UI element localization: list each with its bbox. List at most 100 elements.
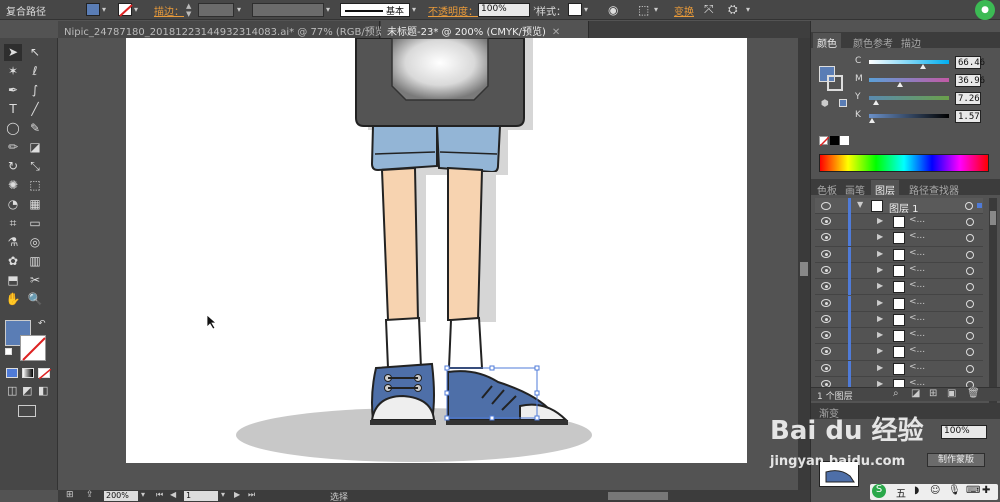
- sublayer-row[interactable]: ▶ <...: [815, 328, 983, 345]
- perspective-grid-tool-icon[interactable]: ▦: [26, 196, 44, 213]
- opacity-label[interactable]: 不透明度：: [428, 3, 478, 18]
- tab-color[interactable]: 颜色: [813, 33, 841, 50]
- sync-badge-icon[interactable]: ●: [975, 0, 995, 20]
- draw-behind-icon[interactable]: ◩: [22, 384, 32, 397]
- target-icon[interactable]: [966, 218, 974, 226]
- layers-scroll-thumb[interactable]: [990, 211, 996, 225]
- variable-width-profile[interactable]: [252, 3, 324, 17]
- channel-value-field[interactable]: 7.26: [955, 92, 981, 105]
- tab-document-2[interactable]: 未标题-23* @ 200% (CMYK/预览) ✕: [381, 21, 589, 38]
- gradient-mode-icon[interactable]: [22, 368, 34, 378]
- direct-selection-tool-icon[interactable]: ↖: [26, 44, 44, 61]
- draw-normal-icon[interactable]: ◫: [7, 384, 17, 397]
- white-swatch[interactable]: [840, 136, 849, 145]
- vertical-scroll-thumb[interactable]: [800, 262, 808, 276]
- stroke-swatch[interactable]: [118, 3, 133, 17]
- transform-link[interactable]: 变换: [674, 3, 694, 18]
- tab-pathfinder[interactable]: 路径查找器: [905, 180, 963, 197]
- sublayer-row[interactable]: ▶ <...: [815, 344, 983, 361]
- puppet-warp-tool-icon[interactable]: ✺: [4, 177, 22, 194]
- expand-arrow-icon[interactable]: ▶: [877, 265, 883, 274]
- ime-settings-icon[interactable]: ✚: [982, 485, 990, 496]
- artboard-dropdown-icon[interactable]: ▾: [221, 490, 225, 499]
- sublayer-name[interactable]: <...: [909, 329, 925, 339]
- isolate-icon[interactable]: ⤧: [704, 2, 714, 17]
- paintbrush-tool-icon[interactable]: ✎: [26, 120, 44, 137]
- zoom-dropdown-icon[interactable]: ▾: [141, 490, 145, 499]
- brush-dropdown-icon[interactable]: ▾: [412, 6, 420, 14]
- expand-arrow-icon[interactable]: ▶: [877, 330, 883, 339]
- status-icon[interactable]: ⊞: [66, 490, 74, 500]
- swap-colors-icon[interactable]: ↶: [38, 319, 46, 329]
- scale-tool-icon[interactable]: ⤡: [26, 158, 44, 175]
- sublayer-row[interactable]: ▶ <...: [815, 311, 983, 329]
- zoom-field[interactable]: 200%: [104, 491, 138, 501]
- eye-icon[interactable]: [821, 331, 831, 340]
- pen-tool-icon[interactable]: ✒: [4, 82, 22, 99]
- fill-swatch[interactable]: [86, 3, 100, 16]
- fill-dropdown-icon[interactable]: ▾: [102, 6, 110, 14]
- blend-tool-icon[interactable]: ◎: [26, 234, 44, 251]
- clipping-mask-icon[interactable]: ◪: [911, 388, 920, 399]
- last-artboard-icon[interactable]: ⏭: [248, 490, 255, 500]
- layers-scrollbar[interactable]: [989, 198, 997, 408]
- target-icon[interactable]: [966, 234, 974, 243]
- eye-icon[interactable]: [821, 282, 831, 291]
- sublayer-name[interactable]: <...: [909, 248, 925, 258]
- align-dropdown-icon[interactable]: ▾: [654, 6, 662, 14]
- layer-row-top[interactable]: ▼ 图层 1: [815, 198, 983, 215]
- ime-toolbar[interactable]: S 五 ◗ ☺ 🎙 ⌨ ✚: [870, 484, 998, 500]
- export-icon[interactable]: ⇪: [86, 490, 94, 500]
- arrange-dropdown-icon[interactable]: ▾: [746, 6, 754, 14]
- target-icon[interactable]: [966, 250, 974, 259]
- symbol-sprayer-tool-icon[interactable]: ✿: [4, 253, 22, 270]
- channel-slider-thumb[interactable]: [872, 100, 879, 105]
- sublayer-name[interactable]: <...: [909, 280, 925, 290]
- target-icon[interactable]: [966, 348, 974, 357]
- stroke-weight-field[interactable]: [198, 3, 234, 17]
- new-layer-icon[interactable]: ▣: [947, 388, 956, 399]
- free-transform-tool-icon[interactable]: ⬚: [26, 177, 44, 194]
- canvas-pasteboard[interactable]: [58, 37, 798, 490]
- opacity-field[interactable]: 100%: [478, 3, 530, 17]
- eye-icon[interactable]: [821, 265, 831, 274]
- graphic-style-swatch[interactable]: [568, 3, 582, 16]
- style-dropdown-icon[interactable]: ▾: [584, 6, 592, 14]
- locate-object-icon[interactable]: ⌕: [893, 388, 899, 399]
- color-stroke-swatch[interactable]: [827, 75, 843, 91]
- web-safe-swatch[interactable]: [839, 99, 847, 107]
- delete-layer-icon[interactable]: 🗑: [967, 388, 980, 399]
- artboard[interactable]: [126, 37, 747, 463]
- first-artboard-icon[interactable]: ⏮: [156, 490, 163, 500]
- column-graph-tool-icon[interactable]: ▥: [26, 253, 44, 270]
- eye-icon[interactable]: [821, 202, 831, 210]
- eye-icon[interactable]: [821, 249, 831, 258]
- sublayer-row[interactable]: ▶ <...: [815, 279, 983, 296]
- expand-arrow-icon[interactable]: ▶: [877, 346, 883, 355]
- artboard-tool-icon[interactable]: ⬒: [4, 272, 22, 289]
- hand-tool-icon[interactable]: ✋: [4, 291, 22, 308]
- channel-slider-thumb[interactable]: [868, 118, 875, 123]
- horizontal-scroll-thumb[interactable]: [608, 492, 668, 500]
- recolor-artwork-icon[interactable]: ◉: [608, 3, 618, 17]
- black-swatch[interactable]: [830, 136, 839, 145]
- tab-swatches[interactable]: 色板: [813, 180, 841, 197]
- magic-wand-tool-icon[interactable]: ✶: [4, 63, 22, 80]
- eye-icon[interactable]: [821, 298, 831, 307]
- ime-mode-icon[interactable]: 五: [896, 485, 906, 500]
- none-swatch[interactable]: [819, 136, 830, 147]
- target-icon[interactable]: [966, 315, 974, 324]
- slice-tool-icon[interactable]: ✂: [26, 272, 44, 289]
- target-icon[interactable]: [966, 283, 974, 292]
- line-tool-icon[interactable]: ╱: [26, 101, 44, 118]
- eraser-tool-icon[interactable]: ◪: [26, 139, 44, 156]
- stroke-weight-stepper[interactable]: ▲ ▼: [186, 2, 191, 18]
- sublayer-row[interactable]: ▶ <...: [815, 295, 983, 312]
- expand-arrow-icon[interactable]: ▶: [877, 281, 883, 290]
- profile-dropdown-icon[interactable]: ▾: [326, 6, 334, 14]
- ime-logo-icon[interactable]: S: [872, 484, 886, 498]
- next-artboard-icon[interactable]: ▶: [234, 490, 240, 499]
- ellipse-tool-icon[interactable]: ◯: [4, 120, 22, 137]
- make-mask-button[interactable]: 制作蒙版: [927, 453, 985, 467]
- eye-icon[interactable]: [821, 363, 831, 372]
